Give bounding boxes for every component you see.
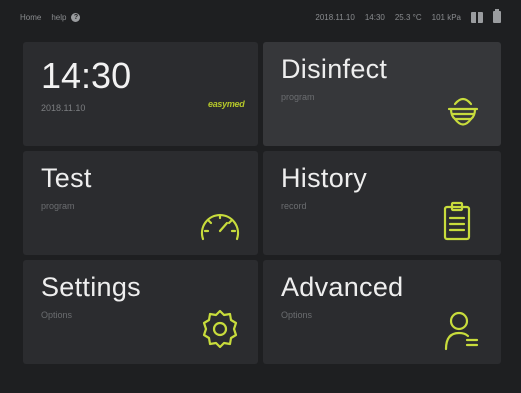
sd-card-icon	[471, 11, 483, 23]
disinfect-title: Disinfect	[281, 54, 388, 84]
advanced-title: Advanced	[281, 272, 404, 302]
brand-logo: easymed	[208, 99, 245, 109]
status-time: 14:30	[364, 12, 385, 22]
status-pressure: 101 kPa	[431, 12, 461, 22]
status-bar: Home help ? 2018.11.10 14:30 25.3 °C 101…	[0, 0, 521, 34]
settings-title: Settings	[41, 272, 141, 302]
disinfect-tile[interactable]: Disinfect program	[263, 42, 501, 146]
help-icon: ?	[71, 12, 81, 22]
help-link[interactable]: help ?	[51, 12, 81, 22]
main-screen: Home help ? 2018.11.10 14:30 25.3 °C 101…	[0, 0, 521, 393]
home-link[interactable]: Home	[20, 13, 41, 22]
history-title: History	[281, 163, 368, 193]
clock-tile: 14:30 2018.11.10 easymed	[23, 42, 258, 146]
status-temperature: 25.3 °C	[394, 12, 422, 22]
test-tile[interactable]: Test program	[23, 151, 258, 255]
clipboard-icon	[443, 201, 471, 241]
clock-time: 14:30	[41, 55, 132, 96]
help-label: help	[51, 12, 67, 22]
gauge-icon	[200, 213, 240, 241]
battery-icon	[493, 9, 501, 23]
disinfect-icon	[447, 97, 479, 126]
settings-tile[interactable]: Settings Options	[23, 260, 258, 364]
status-left: Home help ?	[20, 12, 81, 22]
advanced-tile[interactable]: Advanced Options	[263, 260, 501, 364]
user-options-icon	[444, 311, 479, 351]
test-title: Test	[41, 163, 92, 193]
status-right: 2018.11.10 14:30 25.3 °C 101 kPa	[315, 9, 501, 23]
history-tile[interactable]: History record	[263, 151, 501, 255]
gear-icon	[202, 309, 238, 349]
status-date: 2018.11.10	[315, 12, 355, 22]
